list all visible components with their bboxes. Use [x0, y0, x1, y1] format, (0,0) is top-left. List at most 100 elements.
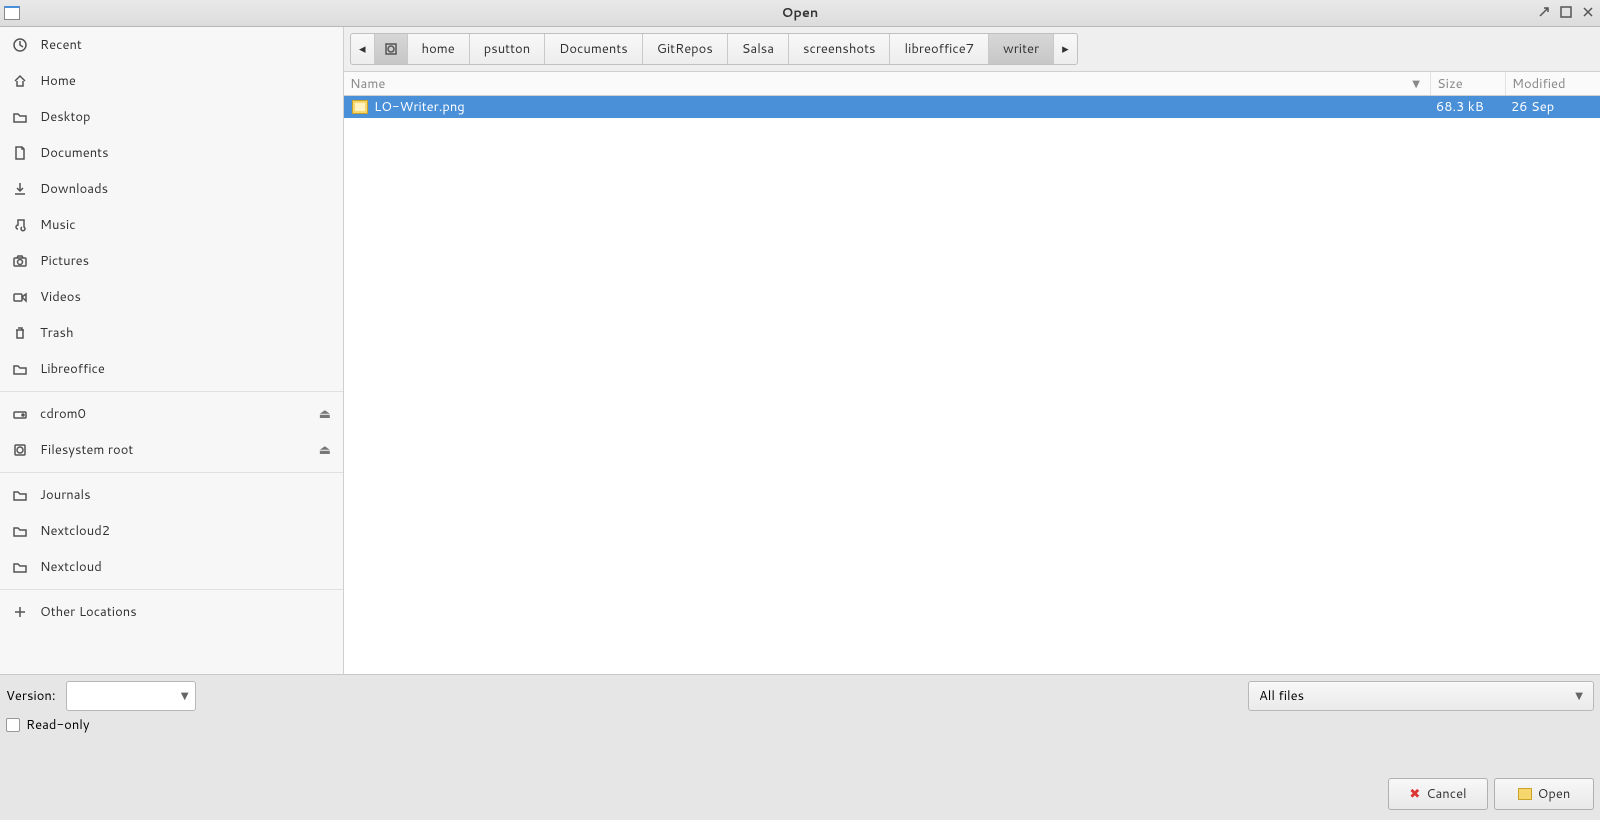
- sidebar-item-label: Music: [40, 216, 76, 234]
- file-list[interactable]: LO-Writer.png 68.3 kB26 Sep: [344, 96, 1600, 674]
- dialog-footer: Version: ▼ All files ▼ Read-only ✖ Cance…: [0, 674, 1600, 820]
- column-header-name-label: Name: [350, 75, 385, 93]
- sidebar-item-desktop[interactable]: Desktop: [0, 99, 343, 135]
- sidebar-item-filesystem-root[interactable]: Filesystem root ⏏: [0, 432, 343, 468]
- folder-icon: [12, 559, 28, 575]
- download-icon: [12, 181, 28, 197]
- path-back-button[interactable]: ◂: [351, 34, 375, 64]
- sidebar-item-other-locations[interactable]: Other Locations: [0, 594, 343, 630]
- file-list-header: Name ▼ Size Modified: [344, 72, 1600, 96]
- minimize-button[interactable]: [1534, 2, 1554, 22]
- app-icon: [4, 6, 20, 20]
- file-size: 68.3 kB: [1430, 98, 1505, 116]
- sidebar-item-label: Libreoffice: [40, 360, 105, 378]
- sidebar-item-label: Desktop: [40, 108, 91, 126]
- sidebar-item-trash[interactable]: Trash: [0, 315, 343, 351]
- path-segment-screenshots[interactable]: screenshots: [789, 34, 890, 64]
- file-name: LO-Writer.png: [374, 98, 465, 116]
- path-segment-libreoffice7[interactable]: libreoffice7: [890, 34, 989, 64]
- path-segment-home[interactable]: home: [408, 34, 470, 64]
- plus-icon: [12, 604, 28, 620]
- sidebar-item-downloads[interactable]: Downloads: [0, 171, 343, 207]
- image-file-icon: [352, 100, 368, 114]
- trash-icon: [12, 325, 28, 341]
- sidebar-item-libreoffice[interactable]: Libreoffice: [0, 351, 343, 387]
- cancel-icon: ✖: [1409, 785, 1420, 803]
- path-forward-button[interactable]: ▸: [1054, 34, 1077, 64]
- sidebar-item-recent[interactable]: Recent: [0, 27, 343, 63]
- sidebar-item-label: Other Locations: [40, 603, 137, 621]
- sidebar-item-label: Downloads: [40, 180, 108, 198]
- close-button[interactable]: [1578, 2, 1598, 22]
- open-button[interactable]: Open: [1494, 778, 1594, 810]
- sidebar-item-label: Nextcloud2: [40, 522, 110, 540]
- sidebar-item-videos[interactable]: Videos: [0, 279, 343, 315]
- sidebar-item-label: Filesystem root: [40, 441, 133, 459]
- file-modified: 26 Sep: [1505, 98, 1600, 116]
- sidebar-item-label: Trash: [40, 324, 74, 342]
- column-header-size[interactable]: Size: [1430, 72, 1505, 95]
- sidebar-item-nextcloud2[interactable]: Nextcloud2: [0, 513, 343, 549]
- pathbar-container: ◂ homepsuttonDocumentsGitReposSalsascreen…: [344, 27, 1600, 72]
- path-segment-psutton[interactable]: psutton: [470, 34, 545, 64]
- window-title: Open: [0, 4, 1600, 22]
- places-sidebar: Recent Home Desktop Documents Downloads Music…: [0, 27, 344, 674]
- folder-icon: [12, 523, 28, 539]
- titlebar: Open: [0, 0, 1600, 27]
- file-panel: ◂ homepsuttonDocumentsGitReposSalsascreen…: [344, 27, 1600, 674]
- folder-open-icon: [1518, 788, 1532, 800]
- cancel-button-label: Cancel: [1426, 785, 1466, 803]
- sidebar-item-label: Home: [40, 72, 76, 90]
- document-icon: [12, 145, 28, 161]
- eject-icon[interactable]: ⏏: [319, 441, 331, 459]
- cancel-button[interactable]: ✖ Cancel: [1388, 778, 1488, 810]
- path-root-button[interactable]: [375, 34, 408, 64]
- version-label: Version:: [6, 687, 56, 705]
- sidebar-item-label: Videos: [40, 288, 81, 306]
- sidebar-item-label: Documents: [40, 144, 109, 162]
- music-icon: [12, 217, 28, 233]
- video-icon: [12, 289, 28, 305]
- column-header-name[interactable]: Name ▼: [344, 75, 1430, 93]
- harddisk-icon: [12, 442, 28, 458]
- path-segment-documents[interactable]: Documents: [545, 34, 643, 64]
- path-segment-gitrepos[interactable]: GitRepos: [643, 34, 728, 64]
- sidebar-item-journals[interactable]: Journals: [0, 477, 343, 513]
- folder-icon: [12, 109, 28, 125]
- sidebar-item-music[interactable]: Music: [0, 207, 343, 243]
- readonly-checkbox[interactable]: [6, 718, 20, 732]
- file-filter-value: All files: [1259, 687, 1304, 705]
- file-filter-combo[interactable]: All files ▼: [1248, 681, 1594, 711]
- sidebar-item-documents[interactable]: Documents: [0, 135, 343, 171]
- sidebar-item-label: Pictures: [40, 252, 89, 270]
- sidebar-item-label: Journals: [40, 486, 91, 504]
- column-header-modified-label: Modified: [1512, 75, 1566, 93]
- camera-icon: [12, 253, 28, 269]
- chevron-down-icon: ▼: [1575, 689, 1583, 703]
- column-header-modified[interactable]: Modified: [1505, 72, 1600, 95]
- sidebar-item-pictures[interactable]: Pictures: [0, 243, 343, 279]
- readonly-label: Read-only: [26, 716, 90, 734]
- open-button-label: Open: [1538, 785, 1571, 803]
- maximize-button[interactable]: [1556, 2, 1576, 22]
- folder-icon: [12, 361, 28, 377]
- drive-icon: [12, 406, 28, 422]
- sidebar-item-nextcloud[interactable]: Nextcloud: [0, 549, 343, 585]
- sidebar-item-label: Nextcloud: [40, 558, 102, 576]
- pathbar: ◂ homepsuttonDocumentsGitReposSalsascreen…: [350, 33, 1078, 65]
- eject-icon[interactable]: ⏏: [319, 405, 331, 423]
- column-header-size-label: Size: [1437, 75, 1463, 93]
- version-combo[interactable]: ▼: [66, 681, 196, 711]
- window-controls: [1534, 2, 1598, 22]
- path-segment-writer[interactable]: writer: [989, 34, 1054, 64]
- sidebar-item-label: Recent: [40, 36, 82, 54]
- sidebar-item-cdrom0[interactable]: cdrom0 ⏏: [0, 396, 343, 432]
- file-row[interactable]: LO-Writer.png 68.3 kB26 Sep: [344, 96, 1600, 118]
- chevron-down-icon: ▼: [181, 689, 189, 703]
- folder-icon: [12, 487, 28, 503]
- clock-icon: [12, 37, 28, 53]
- sidebar-item-label: cdrom0: [40, 405, 86, 423]
- path-segment-salsa[interactable]: Salsa: [728, 34, 789, 64]
- sidebar-item-home[interactable]: Home: [0, 63, 343, 99]
- home-icon: [12, 73, 28, 89]
